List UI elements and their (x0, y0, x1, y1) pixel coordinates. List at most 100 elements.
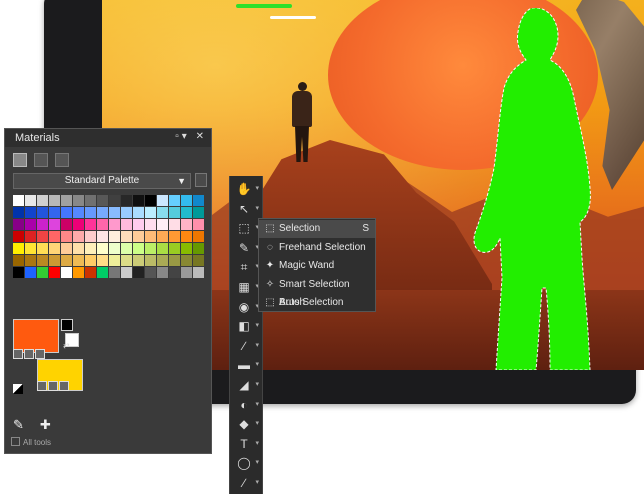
color-swatch[interactable] (145, 207, 156, 218)
color-swatch[interactable] (169, 267, 180, 278)
color-swatch[interactable] (157, 267, 168, 278)
color-swatch[interactable] (133, 267, 144, 278)
pattern-style-icon[interactable] (59, 381, 69, 391)
flyout-caret-icon[interactable]: ▾ (255, 396, 259, 414)
brush-tool[interactable]: ∕ ▾ (233, 474, 259, 492)
color-swatch[interactable] (97, 207, 108, 218)
color-swatch[interactable] (97, 267, 108, 278)
add-icon[interactable]: ✚ (40, 417, 51, 432)
color-swatch[interactable] (13, 219, 24, 230)
color-swatch[interactable] (193, 207, 204, 218)
gradient-style-icon[interactable] (48, 381, 58, 391)
color-swatch[interactable] (145, 195, 156, 206)
color-swatch[interactable] (73, 207, 84, 218)
color-swatch[interactable] (73, 219, 84, 230)
color-swatch[interactable] (109, 243, 120, 254)
color-swatch[interactable] (193, 195, 204, 206)
materials-title-bar[interactable]: Materials ▫▾ ✕ (5, 129, 211, 147)
flyout-caret-icon[interactable]: ▾ (255, 435, 259, 453)
color-swatch[interactable] (121, 255, 132, 266)
all-tools-checkbox[interactable]: All tools (11, 437, 51, 447)
swatch-grid[interactable] (13, 195, 204, 287)
color-swatch[interactable] (97, 255, 108, 266)
flyout-item-selection[interactable]: ⬚ Selection S (259, 220, 375, 238)
reset-colors-icon[interactable] (13, 384, 23, 394)
color-swatch[interactable] (109, 255, 120, 266)
color-swatch[interactable] (181, 231, 192, 242)
color-swatch[interactable] (61, 231, 72, 242)
color-swatch[interactable] (133, 207, 144, 218)
color-swatch[interactable] (61, 255, 72, 266)
flyout-item-magic-wand[interactable]: ✦ Magic Wand (259, 257, 375, 275)
shape-tool[interactable]: ◯ ▾ (233, 454, 259, 472)
color-swatch[interactable] (37, 255, 48, 266)
color-swatch[interactable] (121, 243, 132, 254)
color-swatch[interactable] (73, 255, 84, 266)
color-swatch[interactable] (181, 207, 192, 218)
color-swatch[interactable] (157, 231, 168, 242)
color-swatch[interactable] (37, 231, 48, 242)
color-swatch[interactable] (37, 195, 48, 206)
swap-colors-icon[interactable]: ⇄ (63, 341, 70, 350)
color-wheel-mode-icon[interactable] (55, 153, 70, 167)
color-swatch[interactable] (157, 255, 168, 266)
color-swatch[interactable] (61, 195, 72, 206)
color-swatch[interactable] (169, 255, 180, 266)
flyout-caret-icon[interactable]: ▾ (255, 337, 259, 355)
color-swatch[interactable] (181, 219, 192, 230)
color-swatch[interactable] (49, 243, 60, 254)
palette-dropdown[interactable]: Standard Palette ▼ (13, 173, 191, 189)
flyout-caret-icon[interactable]: ▾ (255, 317, 259, 335)
color-swatch[interactable] (85, 195, 96, 206)
color-swatch[interactable] (85, 207, 96, 218)
color-swatch[interactable] (13, 207, 24, 218)
color-swatch[interactable] (133, 231, 144, 242)
flyout-item-freehand-selection[interactable]: ◌ Freehand Selection (259, 239, 375, 257)
flyout-caret-icon[interactable]: ▾ (255, 454, 259, 472)
pick-tool[interactable]: ↖ ▾ (233, 200, 259, 218)
color-swatch[interactable] (13, 255, 24, 266)
color-swatch[interactable] (121, 207, 132, 218)
color-swatch[interactable] (169, 195, 180, 206)
color-swatch[interactable] (85, 243, 96, 254)
color-swatch[interactable] (85, 231, 96, 242)
selected-person-mask[interactable] (470, 7, 620, 370)
color-swatch[interactable] (49, 219, 60, 230)
text-tool[interactable]: T ▾ (233, 435, 259, 453)
flyout-caret-icon[interactable]: ▾ (255, 356, 259, 374)
color-swatch[interactable] (97, 219, 108, 230)
color-swatch[interactable] (133, 255, 144, 266)
flyout-caret-icon[interactable]: ▾ (255, 180, 259, 198)
fill-tool[interactable]: ◆ ▾ (233, 415, 259, 433)
pan-tool[interactable]: ✋ ▾ (233, 180, 259, 198)
color-swatch[interactable] (49, 267, 60, 278)
color-swatch[interactable] (145, 243, 156, 254)
foreground-color-swatch[interactable] (13, 319, 59, 353)
color-swatch[interactable] (193, 255, 204, 266)
gradient-tool[interactable]: ▬ ▾ (233, 356, 259, 374)
color-swatch[interactable] (181, 243, 192, 254)
color-swatch[interactable] (37, 243, 48, 254)
color-swatch[interactable] (97, 231, 108, 242)
color-swatch[interactable] (97, 243, 108, 254)
color-swatch[interactable] (109, 195, 120, 206)
foreground-small-swatch[interactable] (61, 319, 73, 331)
color-swatch[interactable] (145, 255, 156, 266)
color-swatch[interactable] (13, 267, 24, 278)
color-swatch[interactable] (157, 219, 168, 230)
window-controls[interactable]: ▫▾ ✕ (175, 131, 207, 142)
color-swatch[interactable] (145, 219, 156, 230)
color-swatch[interactable] (25, 255, 36, 266)
color-swatch[interactable] (85, 219, 96, 230)
color-swatch[interactable] (193, 243, 204, 254)
color-swatch[interactable] (193, 267, 204, 278)
color-swatch[interactable] (109, 207, 120, 218)
color-swatch[interactable] (73, 195, 84, 206)
gradient-style-icon[interactable] (24, 349, 34, 359)
color-swatch[interactable] (169, 207, 180, 218)
crop-tool[interactable]: ⌗▾ (233, 258, 259, 276)
flyout-caret-icon[interactable]: ▾ (255, 415, 259, 433)
color-swatch[interactable] (133, 219, 144, 230)
color-swatch[interactable] (25, 219, 36, 230)
color-swatch[interactable] (121, 231, 132, 242)
